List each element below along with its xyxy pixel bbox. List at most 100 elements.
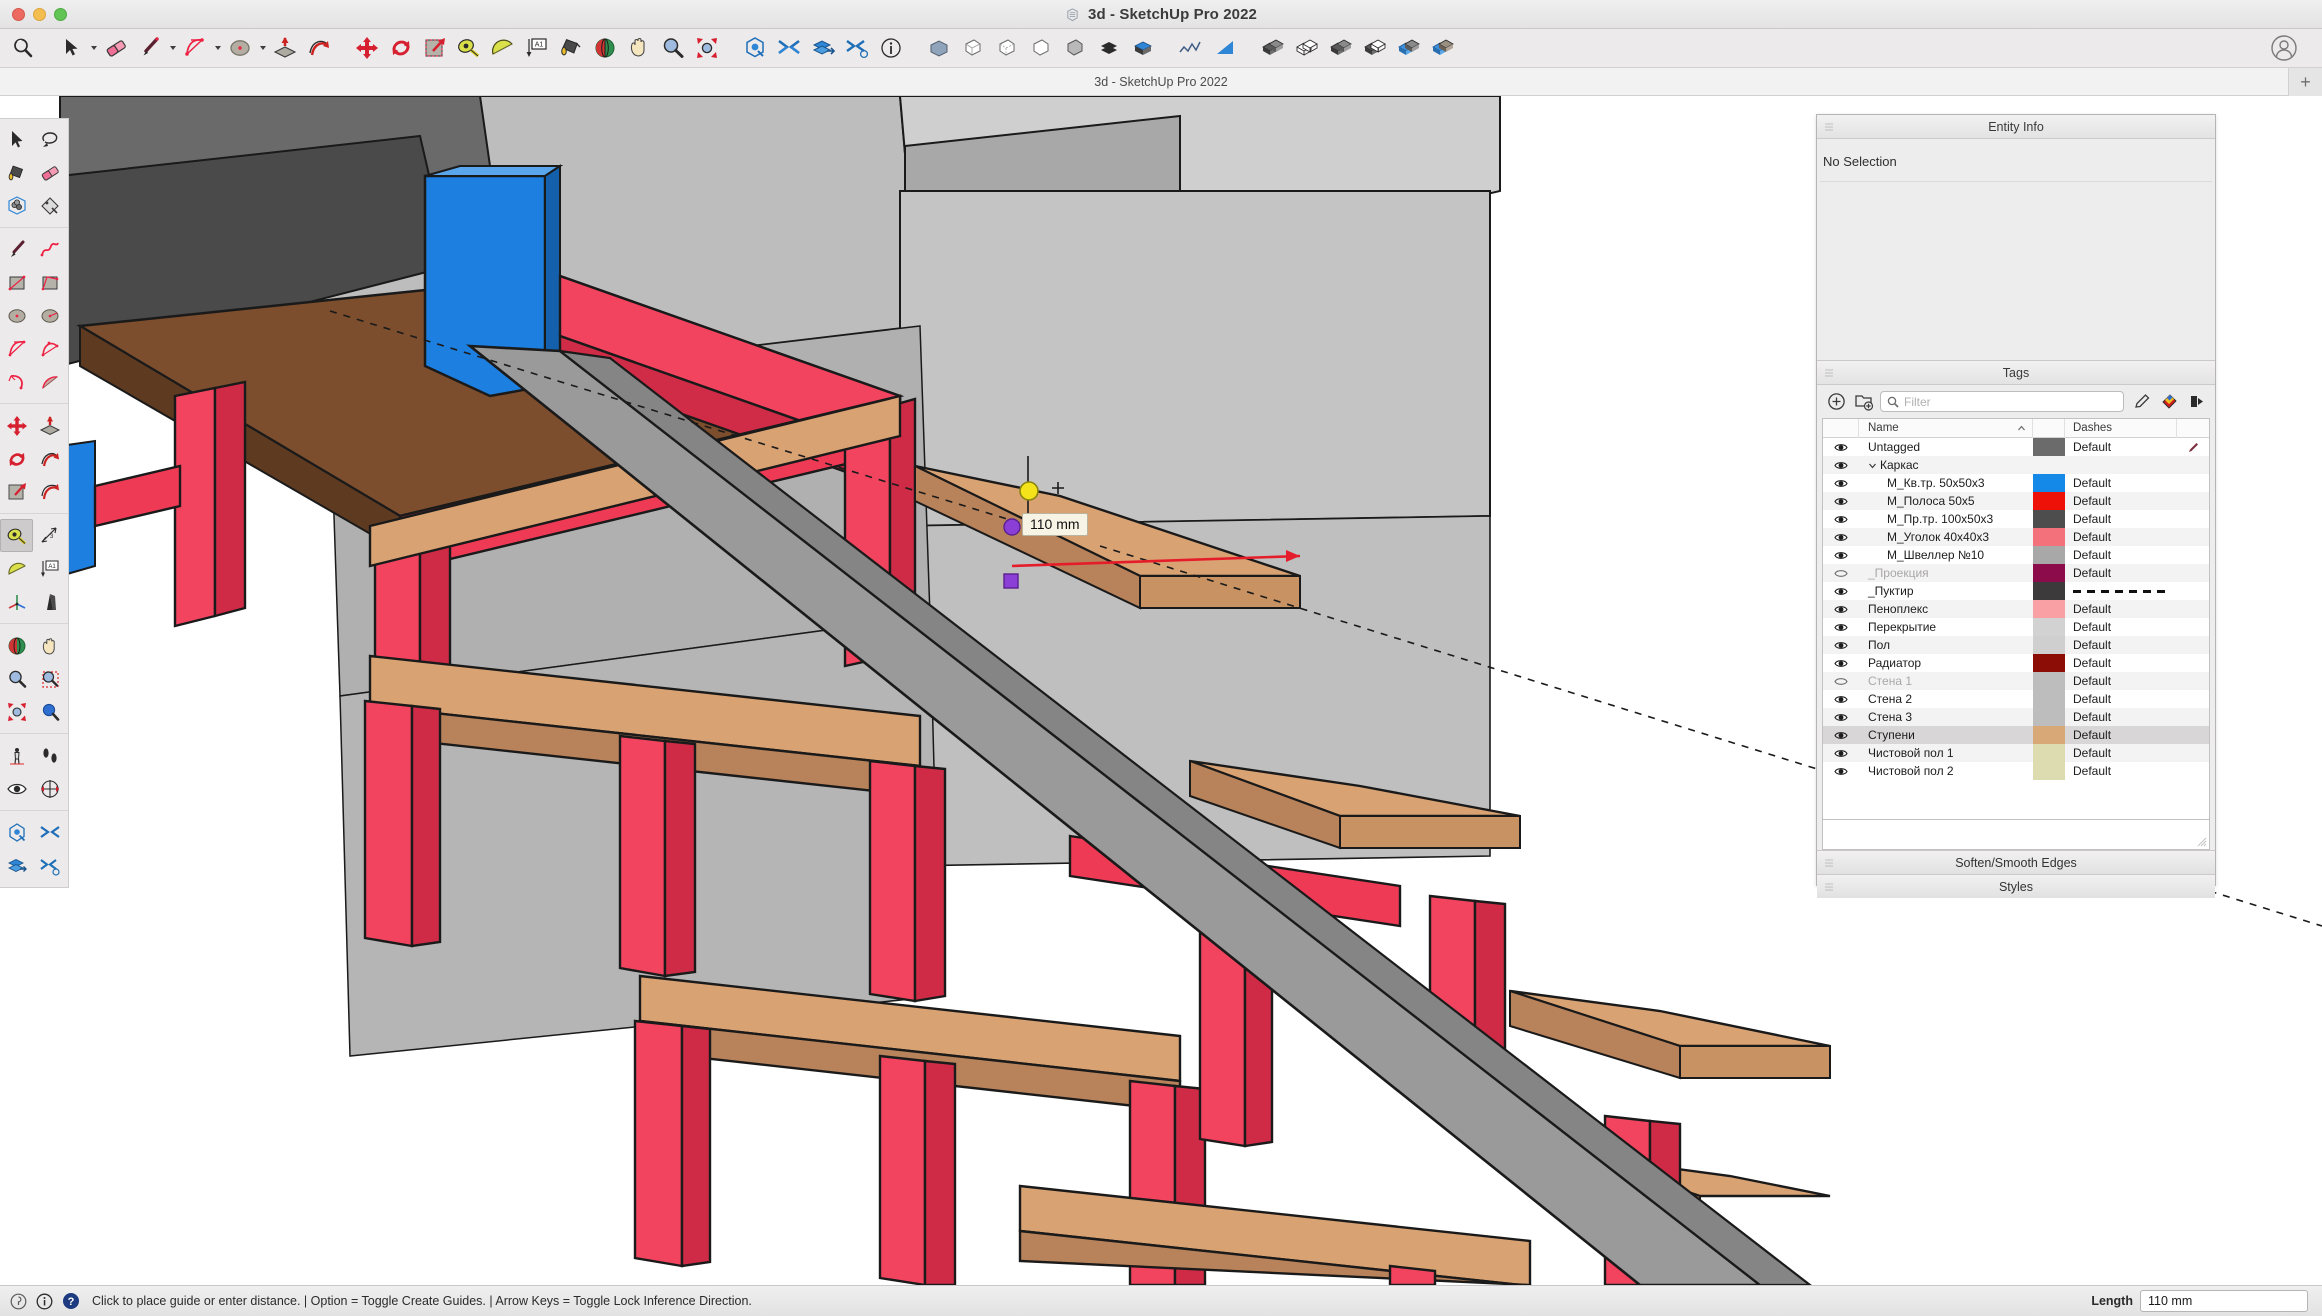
tag-row[interactable]: Каркас — [1823, 456, 2209, 474]
move-icon[interactable] — [0, 409, 33, 442]
visibility-on-icon[interactable] — [1823, 478, 1859, 489]
visibility-off-icon[interactable] — [1823, 676, 1859, 687]
tags-header[interactable]: Tags — [1817, 361, 2215, 385]
tag-row[interactable]: Стена 1 Default — [1823, 672, 2209, 690]
back-edges-icon[interactable] — [990, 31, 1024, 65]
two-point-arc-icon[interactable] — [33, 332, 66, 365]
three-d-text-icon[interactable] — [33, 585, 66, 618]
tag-name-cell[interactable]: Ступени — [1859, 728, 2033, 742]
walk-icon[interactable] — [33, 739, 66, 772]
tag-details-icon[interactable] — [2186, 391, 2207, 412]
tag-color-swatch[interactable] — [2033, 654, 2065, 672]
axes-icon[interactable] — [0, 585, 33, 618]
solid-subtract-icon[interactable] — [1358, 31, 1392, 65]
visibility-on-icon[interactable] — [1823, 604, 1859, 615]
tag-name-cell[interactable]: М_Полоса 50x5 — [1859, 494, 2033, 508]
three-point-arc-icon[interactable] — [0, 365, 33, 398]
tag-color-swatch[interactable] — [2033, 528, 2065, 546]
soften-smooth-edges-header[interactable]: Soften/Smooth Edges — [1817, 850, 2215, 874]
status-bar-icons[interactable]: ? — [10, 1292, 80, 1310]
orbit-icon[interactable] — [0, 629, 33, 662]
profile-icon[interactable] — [1174, 31, 1208, 65]
tag-dashes-cell[interactable]: Default — [2065, 638, 2177, 652]
visibility-on-icon[interactable] — [1823, 766, 1859, 777]
entity-info-icon[interactable] — [874, 31, 908, 65]
arc-dropdown-caret[interactable] — [212, 31, 223, 65]
solid-trim-icon[interactable] — [1392, 31, 1426, 65]
position-camera-icon[interactable] — [0, 739, 33, 772]
tag-name-cell[interactable]: Стена 1 — [1859, 674, 2033, 688]
new-tab-button[interactable]: + — [2288, 68, 2322, 96]
tag-row[interactable]: М_Полоса 50x5Default — [1823, 492, 2209, 510]
tag-dashes-cell[interactable]: Default — [2065, 548, 2177, 562]
paint-bucket-icon[interactable] — [0, 156, 33, 189]
tag-color-swatch[interactable] — [2033, 492, 2065, 510]
shaded-texture-icon[interactable] — [1126, 31, 1160, 65]
tag-name-cell[interactable]: _Пуктир — [1859, 584, 2033, 598]
tag-name-cell[interactable]: Чистовой пол 2 — [1859, 764, 2033, 778]
visibility-on-icon[interactable] — [1823, 550, 1859, 561]
tape-measure-icon[interactable] — [0, 519, 33, 552]
tag-color-swatch[interactable] — [2033, 762, 2065, 780]
tag-color-swatch[interactable] — [2033, 690, 2065, 708]
xray-icon[interactable] — [956, 31, 990, 65]
col-name[interactable]: Name — [1859, 419, 2033, 438]
tag-name-cell[interactable]: М_Уголок 40x40x3 — [1859, 530, 2033, 544]
circle-icon[interactable] — [0, 299, 33, 332]
tag-name-cell[interactable]: М_Кв.тр. 50x50x3 — [1859, 476, 2033, 490]
zoom-icon[interactable] — [656, 31, 690, 65]
zoom-extents-icon[interactable] — [690, 31, 724, 65]
visibility-on-icon[interactable] — [1823, 514, 1859, 525]
tag-name-cell[interactable]: Каркас — [1859, 458, 2033, 472]
resize-grip-icon[interactable] — [2197, 837, 2207, 847]
tag-row[interactable]: ПеноплексDefault — [1823, 600, 2209, 618]
tag-dashes-cell[interactable]: Default — [2065, 710, 2177, 724]
eraser-icon[interactable] — [99, 31, 133, 65]
tags-panel[interactable]: Filter Name — [1817, 385, 2215, 850]
line-dropdown-caret[interactable] — [167, 31, 178, 65]
solid-union-icon[interactable] — [1256, 31, 1290, 65]
tag-color-swatch[interactable] — [2033, 456, 2065, 474]
tag-row[interactable]: Стена 2Default — [1823, 690, 2209, 708]
tag-row[interactable]: Чистовой пол 1 Default — [1823, 744, 2209, 762]
tag-row[interactable]: ПолDefault — [1823, 636, 2209, 654]
arc-icon[interactable] — [178, 31, 212, 65]
orbit-icon[interactable] — [588, 31, 622, 65]
styles-settings-icon[interactable] — [33, 849, 66, 882]
tag-tool-icon[interactable] — [33, 189, 66, 222]
tag-row[interactable]: UntaggedDefault — [1823, 438, 2209, 456]
tag-name-cell[interactable]: Чистовой пол 1 — [1859, 746, 2033, 760]
scale-icon[interactable] — [0, 475, 33, 508]
window-controls[interactable] — [12, 8, 67, 21]
solid-outer-shell-icon[interactable] — [1290, 31, 1324, 65]
arc-icon[interactable] — [0, 332, 33, 365]
tag-color-swatch[interactable] — [2033, 618, 2065, 636]
tag-row[interactable]: М_Швеллер №10Default — [1823, 546, 2209, 564]
tag-dashes-cell[interactable]: Default — [2065, 512, 2177, 526]
tag-row[interactable]: РадиаторDefault — [1823, 654, 2209, 672]
freehand-icon[interactable] — [33, 233, 66, 266]
visibility-on-icon[interactable] — [1823, 730, 1859, 741]
tag-dashes-cell[interactable]: Default — [2065, 674, 2177, 688]
follow-me-icon[interactable] — [33, 442, 66, 475]
tag-dashes-cell[interactable]: Default — [2065, 530, 2177, 544]
layers-icon[interactable] — [0, 849, 33, 882]
tag-color-swatch[interactable] — [2033, 636, 2065, 654]
shaded-icon[interactable] — [922, 31, 956, 65]
scale-icon[interactable] — [418, 31, 452, 65]
rotated-rectangle-icon[interactable] — [33, 266, 66, 299]
push-pull-icon[interactable] — [268, 31, 302, 65]
select-icon[interactable] — [0, 123, 33, 156]
visibility-on-icon[interactable] — [1823, 694, 1859, 705]
tag-color-swatch[interactable] — [2033, 510, 2065, 528]
tag-dashes-cell[interactable]: Default — [2065, 746, 2177, 760]
color-by-tag-icon[interactable] — [2159, 391, 2180, 412]
visibility-off-icon[interactable] — [1823, 568, 1859, 579]
visibility-on-icon[interactable] — [1823, 532, 1859, 543]
outliner-icon[interactable] — [33, 816, 66, 849]
visibility-on-icon[interactable] — [1823, 460, 1859, 471]
close-button[interactable] — [12, 8, 25, 21]
outliner-icon[interactable] — [806, 31, 840, 65]
tag-dashes-cell[interactable]: Default — [2065, 476, 2177, 490]
main-toolbar[interactable]: A1 — [0, 29, 2322, 68]
